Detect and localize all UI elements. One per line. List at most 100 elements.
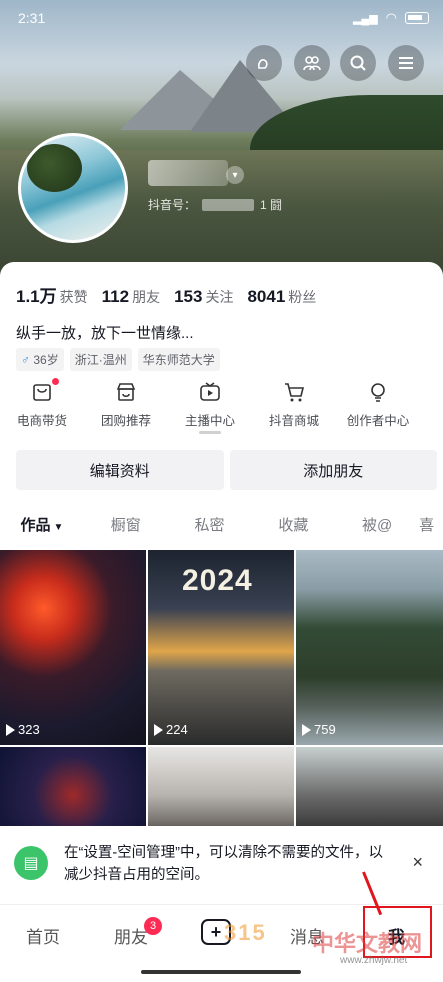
stat-value: 112 xyxy=(101,287,130,306)
battery-icon xyxy=(405,12,429,24)
stat-followers[interactable]: 8041 粉丝 xyxy=(247,287,316,307)
tab-likes[interactable]: 喜 xyxy=(419,514,443,548)
school-tag: 华东师范大学 xyxy=(137,348,220,371)
friends-button[interactable] xyxy=(294,45,330,81)
video-thumbnail[interactable]: 2024 224 xyxy=(148,550,294,745)
stat-likes[interactable]: 1.1万 获赞 xyxy=(16,282,88,307)
content-tabs: 作品 ▼ 橱窗 私密 收藏 被@ 喜 xyxy=(0,514,443,556)
cart-icon xyxy=(280,378,308,406)
play-icon xyxy=(154,723,163,736)
avatar[interactable] xyxy=(18,133,128,243)
play-count: 323 xyxy=(6,722,40,737)
video-grid: 323 2024 224 759 xyxy=(0,550,443,827)
watermark-315: 315 xyxy=(224,920,267,945)
thumbnail-overlay-text: 2024 xyxy=(182,564,253,597)
lightbulb-icon xyxy=(364,378,392,406)
profile-tags: ♂ 36岁 浙江·温州 华东师范大学 xyxy=(16,348,220,371)
shortcut-group-buy[interactable]: 团购推荐 xyxy=(84,378,168,434)
storage-tip-banner: ▤ 在“设置-空间管理”中，可以清除不需要的文件，以减少抖音占用的空间。 × xyxy=(0,826,443,904)
stat-value: 1.1万 xyxy=(16,287,57,306)
close-icon[interactable]: × xyxy=(412,852,423,873)
video-thumbnail[interactable]: 323 xyxy=(0,550,146,745)
video-thumbnail[interactable]: 759 xyxy=(296,550,443,745)
shortcut-ecommerce[interactable]: 电商带货 xyxy=(0,378,84,434)
status-icons: ▂▄▆ ◠ xyxy=(353,10,429,26)
stat-value: 153 xyxy=(174,287,203,306)
menu-button[interactable] xyxy=(388,45,424,81)
search-icon xyxy=(350,55,366,71)
menu-icon xyxy=(399,57,413,69)
footprint-icon xyxy=(258,59,268,69)
chevron-down-icon[interactable]: ▾ xyxy=(226,166,244,184)
shortcut-mall[interactable]: 抖音商城 xyxy=(252,378,336,434)
tab-favorites[interactable]: 收藏 xyxy=(251,514,335,548)
video-thumbnail[interactable] xyxy=(0,747,146,827)
caret-down-icon: ▼ xyxy=(53,522,64,533)
play-count-text: 759 xyxy=(314,722,336,737)
stat-label: 关注 xyxy=(205,289,234,305)
nav-friends[interactable]: 朋友 3 xyxy=(114,917,162,948)
stat-label: 朋友 xyxy=(132,289,161,305)
notification-dot xyxy=(52,378,59,385)
tab-private[interactable]: 私密 xyxy=(168,514,252,548)
add-friend-button[interactable]: 添加朋友 xyxy=(229,450,437,490)
status-time: 2:31 xyxy=(18,10,46,26)
video-thumbnail[interactable] xyxy=(296,747,443,827)
stat-following[interactable]: 153 关注 xyxy=(174,287,233,307)
video-thumbnail[interactable] xyxy=(148,747,294,827)
douyin-id-masked xyxy=(202,198,255,211)
nav-home[interactable]: 首页 xyxy=(26,923,60,948)
visitor-button[interactable] xyxy=(246,45,282,81)
bio[interactable]: 纵手一放，放下一世情缘... xyxy=(16,322,194,343)
watermark-site: 中华文教网 xyxy=(312,931,423,956)
shortcut-streamer[interactable]: 主播中心 xyxy=(168,378,252,434)
shortcut-creator[interactable]: 创作者中心 xyxy=(336,378,420,434)
play-icon xyxy=(6,723,15,736)
status-bar: 2:31 ▂▄▆ ◠ xyxy=(18,8,429,28)
play-count: 759 xyxy=(302,722,336,737)
stats-row: 1.1万 获赞 112 朋友 153 关注 8041 粉丝 xyxy=(16,282,316,307)
age-text: 36岁 xyxy=(33,353,59,367)
nickname-blurred xyxy=(148,160,228,186)
tab-label: 作品 xyxy=(20,517,51,534)
stat-value: 8041 xyxy=(247,287,286,306)
stat-label: 粉丝 xyxy=(288,289,317,305)
action-buttons: 编辑资料 添加朋友 xyxy=(16,450,437,490)
douyin-id[interactable]: 抖音号： 1 闘 xyxy=(148,196,282,213)
male-icon: ♂ xyxy=(21,353,30,367)
shortcut-label: 主播中心 xyxy=(184,414,235,428)
stat-friends[interactable]: 112 朋友 xyxy=(102,287,160,307)
shortcut-label: 创作者中心 xyxy=(346,414,410,428)
play-count-text: 224 xyxy=(166,722,188,737)
people-icon xyxy=(303,56,321,71)
shortcut-label: 团购推荐 xyxy=(100,414,151,428)
storage-icon: ▤ xyxy=(14,846,48,880)
avatar-tree xyxy=(27,144,82,192)
watermark-url: www.zhwjw.net xyxy=(340,955,408,966)
play-count-text: 323 xyxy=(18,722,40,737)
store-icon xyxy=(112,378,140,406)
shortcut-label: 抖音商城 xyxy=(268,414,319,428)
stat-label: 获赞 xyxy=(59,289,88,305)
storage-tip-text: 在“设置-空间管理”中，可以清除不需要的文件，以减少抖音占用的空间。 xyxy=(64,845,383,883)
tab-showcase[interactable]: 橱窗 xyxy=(84,514,168,548)
home-indicator xyxy=(141,970,301,974)
wifi-icon: ◠ xyxy=(385,10,397,25)
search-button[interactable] xyxy=(340,45,376,81)
age-tag: ♂ 36岁 xyxy=(16,348,64,371)
friends-badge: 3 xyxy=(144,917,162,935)
tab-works[interactable]: 作品 ▼ xyxy=(0,514,84,556)
play-count: 224 xyxy=(154,722,188,737)
location-tag: 浙江·温州 xyxy=(69,348,132,371)
shortcut-indicator xyxy=(199,431,221,434)
nav-friends-label: 朋友 xyxy=(114,928,148,947)
tv-play-icon xyxy=(196,378,224,406)
play-icon xyxy=(302,723,311,736)
shortcut-label: 电商带货 xyxy=(16,414,67,428)
douyin-id-label: 抖音号： xyxy=(148,198,197,212)
tab-mentions[interactable]: 被@ xyxy=(335,514,419,548)
edit-profile-button[interactable]: 编辑资料 xyxy=(16,450,224,490)
douyin-id-suffix: 1 闘 xyxy=(260,198,283,212)
signal-icon: ▂▄▆ xyxy=(352,12,378,25)
shortcut-row: 电商带货 团购推荐 主播中心 抖音商城 创作者中心 xyxy=(0,378,443,434)
